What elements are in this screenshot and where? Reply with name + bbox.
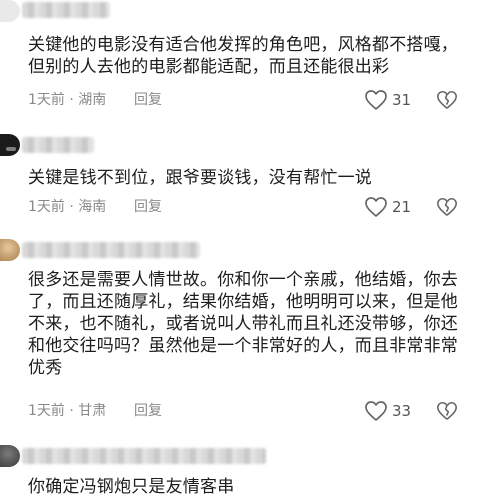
avatar[interactable] <box>0 239 20 261</box>
comment-meta: 1天前 · 甘肃 <box>28 403 107 419</box>
username-blurred[interactable] <box>22 137 94 153</box>
like-button[interactable]: 31 <box>364 88 411 112</box>
avatar[interactable] <box>0 445 20 467</box>
like-button[interactable]: 21 <box>364 195 411 219</box>
heart-outline-icon <box>365 90 387 110</box>
comment-text: 关键他的电影没有适合他发挥的角色吧，风格都不搭嘎，但别的人去他的电影都能适配，而… <box>28 35 458 77</box>
comment-meta: 1天前 · 海南 <box>28 199 107 215</box>
comment-text: 关键是钱不到位，跟爷要谈钱，没有帮忙一说 <box>28 168 372 188</box>
avatar[interactable] <box>0 134 20 156</box>
like-count: 31 <box>392 91 412 109</box>
broken-heart-icon[interactable] <box>436 400 458 422</box>
like-count: 21 <box>392 198 412 216</box>
username-blurred[interactable] <box>22 242 200 258</box>
comment-text: 很多还是需要人情世故。你和你一个亲戚，他结婚，你去了，而且还随厚礼，结果你结婚，… <box>28 270 458 378</box>
reply-button[interactable]: 回复 <box>134 90 162 110</box>
avatar[interactable] <box>0 0 20 22</box>
like-count: 33 <box>392 402 412 420</box>
comment-meta: 1天前 · 湖南 <box>28 92 107 108</box>
broken-heart-icon[interactable] <box>436 89 458 111</box>
like-button[interactable]: 33 <box>364 399 411 423</box>
broken-heart-icon[interactable] <box>436 196 458 218</box>
heart-outline-icon <box>365 197 387 217</box>
comment-text: 你确定冯钢炮只是友情客串 <box>28 477 235 497</box>
username-blurred[interactable] <box>22 448 266 464</box>
heart-outline-icon <box>365 401 387 421</box>
reply-button[interactable]: 回复 <box>134 197 162 217</box>
username-blurred[interactable] <box>22 2 110 18</box>
reply-button[interactable]: 回复 <box>134 401 162 421</box>
